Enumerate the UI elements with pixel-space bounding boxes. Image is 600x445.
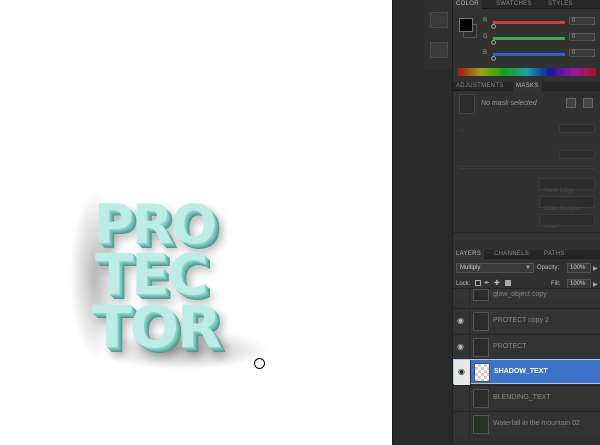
blend-mode-select[interactable]: Multiply ▼: [456, 263, 534, 273]
layer-row-glow-object-copy[interactable]: glow_object copy: [453, 288, 600, 303]
color-range-button: Color Range...: [539, 196, 595, 212]
green-slider-track[interactable]: [493, 37, 565, 40]
red-value-field[interactable]: 0: [569, 17, 595, 25]
layer-thumbnail: [473, 312, 489, 331]
history-panel-icon[interactable]: [430, 12, 448, 28]
green-slider-knob[interactable]: [491, 40, 496, 45]
eye-icon: ◉: [458, 367, 465, 376]
layer-row-shadow-text[interactable]: ◉ SHADOW_TEXT: [453, 359, 600, 385]
tab-layers[interactable]: LAYERS: [453, 250, 485, 259]
mask-status-text: No mask selected: [481, 100, 537, 107]
mask-edge-label: Mask Edge...: [544, 188, 580, 194]
visibility-toggle[interactable]: ◉: [453, 335, 470, 360]
blue-value-field[interactable]: 0: [569, 49, 595, 57]
lock-all-icon[interactable]: [505, 280, 511, 286]
lock-transparent-icon[interactable]: [475, 280, 481, 286]
opacity-chevron-icon[interactable]: ▶: [593, 265, 598, 272]
panel-icon-strip: [424, 0, 452, 70]
layer-row-protect-copy-2[interactable]: ◉ PROTECT copy 2: [453, 308, 600, 334]
masks-panel-footer: [453, 232, 600, 244]
red-slider[interactable]: R 0: [483, 17, 599, 29]
vector-mask-icon[interactable]: [583, 98, 593, 108]
opacity-field[interactable]: 100%: [567, 263, 591, 273]
density-ghost-label: —: [459, 128, 465, 134]
lock-pixels-icon[interactable]: ✒: [484, 279, 490, 287]
invert-button: Invert: [539, 214, 595, 230]
invert-label: Invert: [544, 224, 560, 230]
density-field: [559, 124, 595, 133]
fill-chevron-icon[interactable]: ▶: [593, 281, 598, 288]
feather-slider: [459, 166, 595, 169]
artwork-line-tor: TOR: [92, 293, 222, 361]
masks-panel-tabs: ADJUSTMENTS MASKS: [453, 82, 600, 91]
red-slider-track[interactable]: [493, 21, 565, 24]
color-spectrum-bar[interactable]: [458, 68, 596, 76]
layer-name[interactable]: glow_object copy: [493, 291, 547, 298]
visibility-toggle[interactable]: [453, 289, 470, 303]
visibility-toggle[interactable]: [453, 412, 470, 437]
actions-panel-icon[interactable]: [430, 42, 448, 58]
blue-label: B: [483, 50, 488, 56]
layer-name[interactable]: PROTECT: [493, 343, 526, 350]
layer-row-protect[interactable]: ◉ PROTECT: [453, 334, 600, 360]
blend-mode-value: Multiply: [460, 265, 481, 271]
visibility-toggle[interactable]: ◉: [453, 309, 470, 334]
layer-thumbnail: [473, 415, 489, 434]
mask-thumbnail: [459, 94, 475, 114]
eye-icon: ◉: [457, 316, 464, 325]
layer-thumbnail: [474, 363, 490, 382]
color-range-label: Color Range...: [544, 206, 583, 212]
eye-icon: ◉: [457, 342, 464, 351]
feather-field: [559, 150, 595, 159]
blue-slider-track[interactable]: [493, 53, 565, 56]
blue-slider[interactable]: B 0: [483, 49, 599, 61]
pixel-mask-icon[interactable]: [566, 98, 576, 108]
tab-channels[interactable]: CHANNELS: [491, 250, 532, 259]
green-label: G: [483, 34, 488, 40]
layer-name[interactable]: Waterfall in the mountain 02: [493, 420, 580, 427]
color-panel-tabs: COLOR SWATCHES STYLES: [453, 0, 600, 9]
layer-name[interactable]: BLENDING_TEXT: [493, 394, 551, 401]
layers-panel-tabs: LAYERS CHANNELS PATHS: [453, 250, 600, 259]
tab-swatches[interactable]: SWATCHES: [493, 0, 535, 9]
visibility-toggle[interactable]: ◉: [454, 360, 471, 385]
layer-row-waterfall[interactable]: Waterfall in the mountain 02: [453, 411, 600, 437]
visibility-toggle[interactable]: [453, 386, 470, 411]
fill-label: Fill:: [551, 281, 561, 287]
mask-edge-button: Mask Edge...: [539, 178, 595, 194]
green-value-field[interactable]: 0: [569, 33, 595, 41]
layer-thumbnail: [473, 338, 489, 357]
red-label: R: [483, 18, 488, 24]
opacity-value: 100%: [570, 265, 586, 271]
red-slider-knob[interactable]: [491, 24, 496, 29]
foreground-color-swatch[interactable]: [459, 18, 473, 32]
tab-styles[interactable]: STYLES: [545, 0, 576, 9]
layer-thumbnail: [473, 289, 489, 301]
layer-name[interactable]: SHADOW_TEXT: [494, 368, 548, 375]
layer-thumbnail: [473, 389, 489, 408]
tab-adjustments[interactable]: ADJUSTMENTS: [453, 82, 507, 91]
layer-row-blending-text[interactable]: BLENDING_TEXT: [453, 385, 600, 411]
lock-label: Lock:: [456, 281, 471, 287]
tab-paths[interactable]: PATHS: [541, 250, 568, 259]
document-canvas[interactable]: PRO TEC TOR: [0, 0, 392, 445]
panels-column: COLOR SWATCHES STYLES R 0 G 0 B 0 ADJUST…: [452, 0, 600, 445]
chevron-down-icon: ▼: [525, 265, 531, 271]
tab-masks[interactable]: MASKS: [513, 82, 542, 91]
lock-position-icon[interactable]: ✚: [494, 279, 500, 287]
layer-name[interactable]: PROTECT copy 2: [493, 317, 549, 324]
blue-slider-knob[interactable]: [491, 56, 496, 61]
green-slider[interactable]: G 0: [483, 33, 599, 45]
opacity-label: Opacity:: [537, 265, 560, 271]
brush-cursor: [254, 358, 265, 369]
tab-color[interactable]: COLOR: [453, 0, 482, 9]
